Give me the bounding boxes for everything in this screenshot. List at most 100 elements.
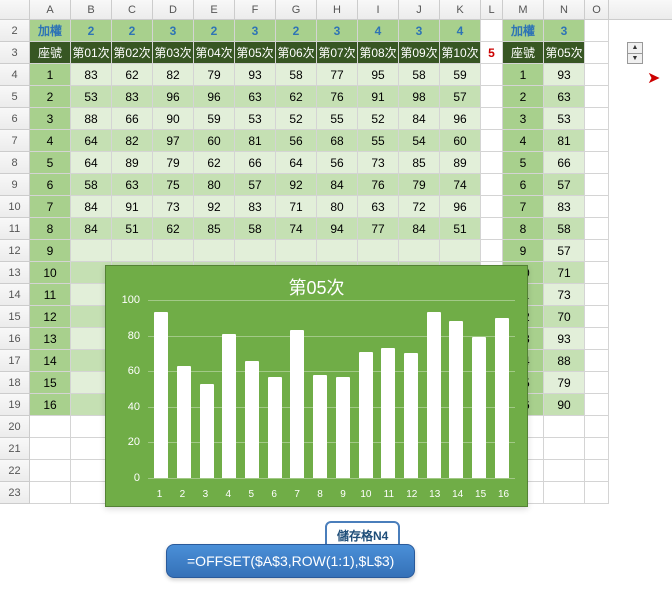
data-cell[interactable]: 63	[544, 86, 585, 108]
data-cell[interactable]: 92	[194, 196, 235, 218]
cell[interactable]	[585, 218, 609, 240]
row-header[interactable]: 21	[0, 438, 30, 460]
data-cell[interactable]: 70	[544, 306, 585, 328]
weight-cell[interactable]: 3	[153, 20, 194, 42]
data-cell[interactable]: 71	[544, 262, 585, 284]
data-cell[interactable]: 89	[112, 152, 153, 174]
row-header[interactable]: 6	[0, 108, 30, 130]
data-cell[interactable]: 71	[276, 196, 317, 218]
col-header[interactable]: G	[276, 0, 317, 19]
data-cell[interactable]: 80	[194, 174, 235, 196]
cell[interactable]	[30, 482, 71, 504]
data-cell[interactable]: 88	[71, 108, 112, 130]
data-cell[interactable]: 76	[317, 86, 358, 108]
col-label[interactable]: 第08次	[358, 42, 399, 64]
data-cell[interactable]: 62	[194, 152, 235, 174]
data-cell[interactable]: 62	[276, 86, 317, 108]
seat-cell[interactable]: 3	[30, 108, 71, 130]
col-header[interactable]: E	[194, 0, 235, 19]
data-cell[interactable]: 53	[235, 108, 276, 130]
cell[interactable]	[481, 20, 503, 42]
weight-cell[interactable]: 2	[276, 20, 317, 42]
cell[interactable]	[585, 152, 609, 174]
data-cell[interactable]	[71, 240, 112, 262]
data-cell[interactable]: 98	[399, 86, 440, 108]
weight-cell[interactable]: 2	[112, 20, 153, 42]
seat-cell[interactable]: 5	[503, 152, 544, 174]
data-cell[interactable]: 64	[276, 152, 317, 174]
cell[interactable]	[481, 108, 503, 130]
col-header[interactable]	[0, 0, 30, 19]
col-header[interactable]: F	[235, 0, 276, 19]
cell[interactable]	[585, 482, 609, 504]
cell[interactable]	[585, 328, 609, 350]
data-cell[interactable]: 96	[440, 108, 481, 130]
col-label[interactable]: 第02次	[112, 42, 153, 64]
data-cell[interactable]: 53	[71, 86, 112, 108]
data-cell[interactable]: 51	[112, 218, 153, 240]
seat-cell[interactable]: 7	[503, 196, 544, 218]
seat-cell[interactable]: 2	[503, 86, 544, 108]
seat-cell[interactable]: 4	[503, 130, 544, 152]
weight-cell[interactable]: 3	[544, 20, 585, 42]
data-cell[interactable]: 93	[544, 328, 585, 350]
cell[interactable]	[30, 460, 71, 482]
data-cell[interactable]	[194, 240, 235, 262]
seat-cell[interactable]: 9	[503, 240, 544, 262]
data-cell[interactable]: 73	[544, 284, 585, 306]
data-cell[interactable]: 83	[71, 64, 112, 86]
data-cell[interactable]: 58	[276, 64, 317, 86]
cell[interactable]	[481, 130, 503, 152]
data-cell[interactable]: 73	[153, 196, 194, 218]
seat-cell[interactable]: 16	[30, 394, 71, 416]
data-cell[interactable]: 58	[399, 64, 440, 86]
data-cell[interactable]: 90	[544, 394, 585, 416]
data-cell[interactable]: 58	[71, 174, 112, 196]
col-label[interactable]: 第03次	[153, 42, 194, 64]
cell[interactable]	[585, 372, 609, 394]
data-cell[interactable]: 60	[194, 130, 235, 152]
col-header[interactable]: J	[399, 0, 440, 19]
data-cell[interactable]: 76	[358, 174, 399, 196]
data-cell[interactable]: 84	[317, 174, 358, 196]
data-cell[interactable]: 91	[358, 86, 399, 108]
data-cell[interactable]: 63	[112, 174, 153, 196]
data-cell[interactable]: 66	[544, 152, 585, 174]
seat-cell[interactable]: 4	[30, 130, 71, 152]
data-cell[interactable]: 77	[317, 64, 358, 86]
cell[interactable]	[585, 130, 609, 152]
data-cell[interactable]	[399, 240, 440, 262]
row-header[interactable]: 13	[0, 262, 30, 284]
seat-header[interactable]: 座號	[30, 42, 71, 64]
data-cell[interactable]: 85	[194, 218, 235, 240]
row-header[interactable]: 10	[0, 196, 30, 218]
row-header[interactable]: 7	[0, 130, 30, 152]
cell[interactable]	[585, 284, 609, 306]
weight-cell[interactable]: 3	[399, 20, 440, 42]
row-header[interactable]: 11	[0, 218, 30, 240]
data-cell[interactable]: 88	[544, 350, 585, 372]
weight-cell[interactable]: 2	[71, 20, 112, 42]
data-cell[interactable]: 79	[153, 152, 194, 174]
data-cell[interactable]: 74	[440, 174, 481, 196]
row-header[interactable]: 8	[0, 152, 30, 174]
data-cell[interactable]: 56	[276, 130, 317, 152]
cell[interactable]	[585, 64, 609, 86]
cell[interactable]	[544, 460, 585, 482]
data-cell[interactable]	[317, 240, 358, 262]
data-cell[interactable]: 66	[235, 152, 276, 174]
cell[interactable]	[585, 306, 609, 328]
data-cell[interactable]	[440, 240, 481, 262]
data-cell[interactable]: 64	[71, 130, 112, 152]
data-cell[interactable]: 97	[153, 130, 194, 152]
data-cell[interactable]: 92	[276, 174, 317, 196]
cell[interactable]	[30, 416, 71, 438]
cell[interactable]	[481, 218, 503, 240]
spinner-down[interactable]: ▼	[628, 54, 642, 64]
data-cell[interactable]: 57	[544, 174, 585, 196]
data-cell[interactable]: 62	[153, 218, 194, 240]
data-cell[interactable]: 58	[544, 218, 585, 240]
col-header[interactable]: M	[503, 0, 544, 19]
row-header[interactable]: 5	[0, 86, 30, 108]
data-cell[interactable]: 93	[235, 64, 276, 86]
